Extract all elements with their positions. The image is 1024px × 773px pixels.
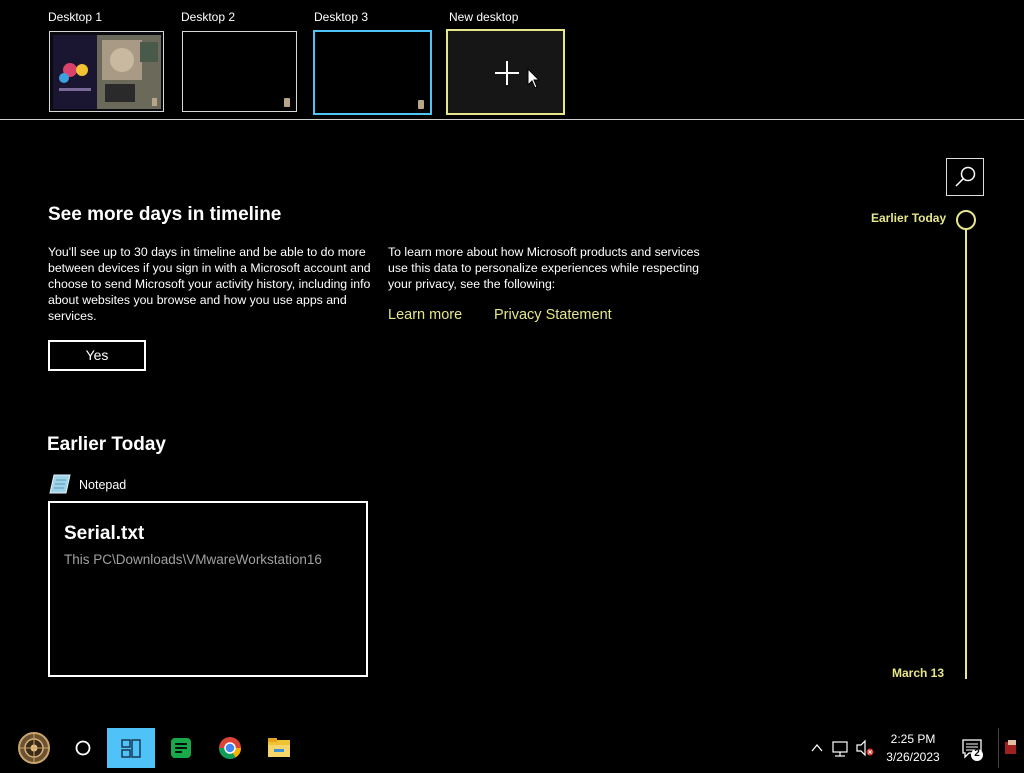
yes-button[interactable]: Yes [48, 340, 146, 371]
timeline-search-button[interactable] [946, 158, 984, 196]
desktop-1-label: Desktop 1 [48, 10, 103, 24]
activity-card[interactable]: Serial.txt This PC\Downloads\VMwareWorks… [48, 501, 368, 677]
desktop-2-thumbnail[interactable] [182, 31, 297, 112]
banner-title: See more days in timeline [48, 204, 282, 225]
notification-count: 2 [974, 748, 980, 759]
mouse-cursor-icon [527, 68, 541, 89]
desktop-2-label: Desktop 2 [181, 10, 236, 24]
search-icon [955, 166, 976, 187]
folder-icon [268, 738, 290, 757]
start-button[interactable] [8, 728, 60, 768]
volume-muted-icon [856, 739, 874, 757]
new-desktop-button[interactable] [446, 29, 565, 115]
notes-app-icon [171, 738, 191, 758]
section-title: Earlier Today [47, 434, 166, 455]
desktop-3-user-icon [418, 100, 424, 109]
app-icon [1005, 740, 1016, 754]
timeline-thumb[interactable] [956, 210, 976, 230]
privacy-statement-link[interactable]: Privacy Statement [494, 307, 612, 323]
app-name: Notepad [79, 478, 127, 492]
task-view-button[interactable] [107, 728, 155, 768]
network-button[interactable] [829, 728, 853, 768]
sheets-app-button[interactable] [157, 728, 205, 768]
task-view-icon [121, 739, 141, 758]
banner-body-right: To learn more about how Microsoft produc… [388, 245, 700, 291]
clock-time[interactable]: 2:25 PM [878, 732, 948, 746]
show-desktop-button[interactable] [998, 728, 1024, 768]
chrome-icon [219, 737, 241, 759]
taskbar: 2:25 PM 3/26/2023 2 [0, 728, 1024, 768]
desktops-divider [0, 119, 1024, 120]
desktop-3-label: Desktop 3 [314, 10, 369, 24]
show-hidden-icons-button[interactable] [806, 728, 828, 768]
new-desktop-label: New desktop [449, 10, 519, 24]
action-center-button[interactable]: 2 [953, 728, 993, 768]
file-explorer-button[interactable] [255, 728, 303, 768]
cortana-icon [75, 740, 91, 756]
desktop-1-preview [50, 32, 163, 111]
start-orb-icon [18, 732, 50, 764]
card-title: Serial.txt [64, 523, 145, 544]
chevron-up-icon [811, 743, 823, 752]
cortana-button[interactable] [60, 728, 108, 768]
timeline-top-label[interactable]: Earlier Today [871, 211, 946, 225]
timeline-track[interactable] [965, 229, 967, 679]
notepad-icon [49, 474, 71, 494]
card-path: This PC\Downloads\VMwareWorkstation16 [64, 552, 322, 567]
banner-body-left: You'll see up to 30 days in timeline and… [48, 245, 371, 323]
network-icon [832, 741, 848, 757]
clock-date[interactable]: 3/26/2023 [878, 750, 948, 764]
chrome-button[interactable] [206, 728, 254, 768]
desktop-3-thumbnail[interactable] [313, 30, 432, 115]
volume-button[interactable] [853, 728, 877, 768]
plus-icon [495, 61, 519, 85]
desktop-1-thumbnail[interactable] [49, 31, 164, 112]
desktop-2-user-icon [284, 98, 290, 107]
learn-more-link[interactable]: Learn more [388, 307, 462, 323]
timeline-bottom-label[interactable]: March 13 [892, 666, 944, 680]
